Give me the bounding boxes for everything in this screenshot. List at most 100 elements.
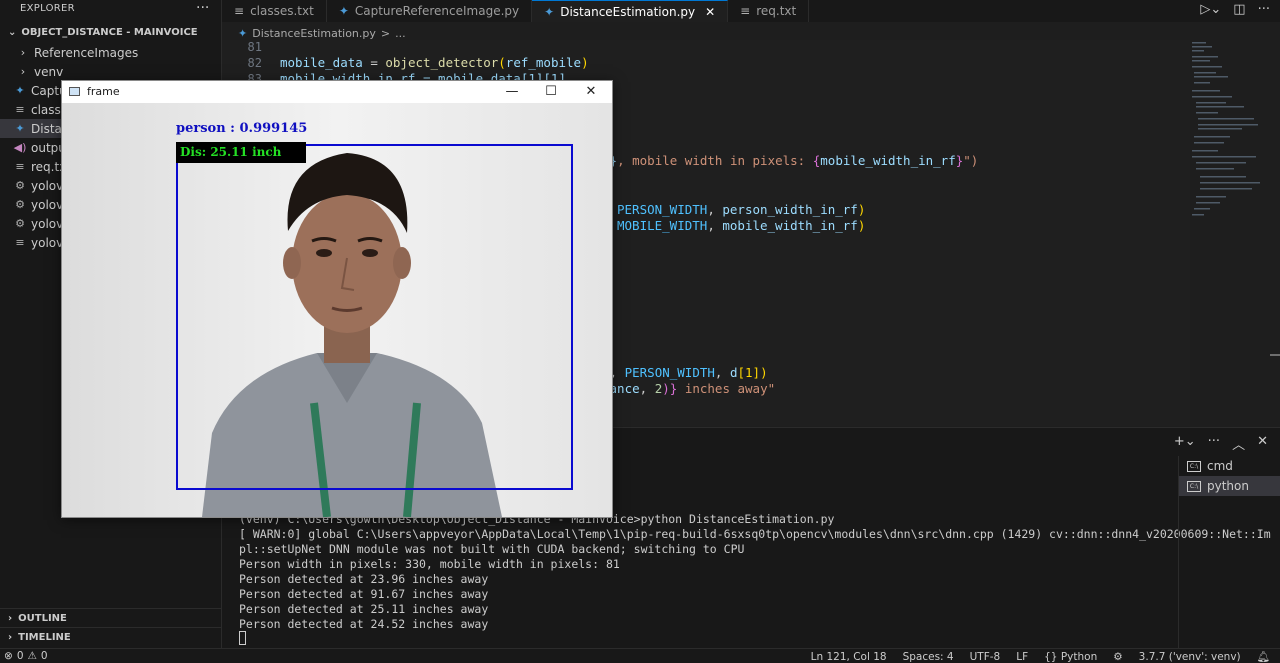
code-fragment: tance, 2)} inches away" [602,381,775,396]
terminal-line: Person detected at 24.52 inches away [239,617,489,631]
code-token: mobile_width_in_rf [722,218,858,233]
close-icon[interactable]: ✕ [1257,434,1268,453]
tree-item-label: ReferenceImages [34,45,139,60]
audio-file-icon: ◀) [13,141,27,154]
code-token: object_detector [385,55,499,70]
python-icon: ✦ [544,4,555,19]
code-token: d [729,365,738,380]
outline-label: OUTLINE [18,612,67,624]
terminal-line: Person detected at 91.67 inches away [239,587,489,601]
code-token: mobile_width_in_rf [820,153,956,168]
tree-item-label: venv [34,64,64,79]
text-file-icon: ≡ [15,160,25,173]
panel-actions: +⌄ ··· ︿ ✕ [1174,434,1268,453]
terminal-item-label: python [1207,479,1249,493]
explorer-title: EXPLORER [20,3,75,14]
tab-capture-reference[interactable]: ✦ CaptureReferenceImage.py [327,0,533,22]
code-token: MOBILE_WIDTH [617,218,708,233]
breadcrumb-symbol[interactable]: ... [395,27,406,40]
code-token: PERSON_WIDTH [617,202,708,217]
maximize-button[interactable]: ☐ [536,83,566,101]
python-icon: ✦ [15,84,25,97]
encoding[interactable]: UTF-8 [970,651,1001,663]
python-env-icon[interactable]: ⚙ [1113,651,1122,663]
end-of-line[interactable]: LF [1016,651,1028,663]
terminal-item-cmd[interactable]: C:\ cmd [1179,456,1280,476]
error-count: 0 [16,650,24,662]
run-icon[interactable]: ▷⌄ [1200,2,1221,17]
code-fragment: MOBILE_WIDTH, mobile_width_in_rf) [617,218,865,233]
root-folder[interactable]: ⌄ OBJECT_DISTANCE - MAINVOICE [8,27,198,38]
python-icon: ✦ [338,4,349,18]
code-token: )} [662,381,678,396]
distance-label: Dis: 25.11 inch [176,142,306,163]
text-file-icon: ≡ [740,4,751,18]
outline-section[interactable]: › OUTLINE [0,608,221,627]
terminal-item-python[interactable]: C:\ python [1179,476,1280,496]
code-token: ) [857,202,866,217]
gear-icon: ⚙ [15,217,25,230]
status-right: Ln 121, Col 18 Spaces: 4 UTF-8 LF {} Pyt… [811,650,1270,663]
editor-scrollbar[interactable] [1270,40,1280,426]
tab-req[interactable]: ≡ req.txt [728,0,810,22]
code-token: , [707,218,723,233]
code-token: ") [963,153,979,168]
minimize-button[interactable]: — [497,83,527,101]
line-number: 81 [247,40,262,54]
warning-count: 0 [40,650,48,662]
root-folder-label: OBJECT_DISTANCE - MAINVOICE [21,27,198,38]
tree-item-label: yolov [31,235,64,250]
bell-icon[interactable]: 🔔︎ [1257,650,1270,663]
detection-label: person : 0.999145 [176,121,308,136]
code-fragment: f}, mobile width in pixels: {mobile_widt… [602,153,978,168]
code-token: mobile_data [280,55,363,70]
tab-label: DistanceEstimation.py [560,4,696,19]
code-token: ( [498,55,506,70]
code-token: inches away" [677,381,776,396]
indentation[interactable]: Spaces: 4 [903,651,954,663]
interpreter[interactable]: 3.7.7 ('venv': venv) [1139,651,1241,663]
code-token: ) [581,55,589,70]
chevron-right-icon: › [20,46,26,59]
close-icon[interactable]: ✕ [705,5,715,19]
frame-window[interactable]: frame — ☐ ✕ person: 0.999145 Dis: 25.11… [61,80,613,518]
chevron-down-icon: ⌄ [8,27,17,38]
terminal-line: [ WARN:0] global C:\Users\appveyor\AppDa… [239,527,1271,541]
timeline-label: TIMELINE [18,631,71,643]
text-file-icon: ≡ [15,236,25,249]
add-terminal-icon[interactable]: +⌄ [1174,434,1196,453]
python-icon: ✦ [15,122,25,135]
tab-distance-estimation[interactable]: ✦ DistanceEstimation.py ✕ [532,0,729,22]
breadcrumb-file[interactable]: DistanceEstimation.py [252,27,376,40]
terminal-line: pl::setUpNet DNN module was not built wi… [239,542,745,556]
chevron-right-icon: › [8,631,13,643]
language-mode[interactable]: {} Python [1044,651,1097,663]
close-button[interactable]: ✕ [576,83,606,101]
split-editor-icon[interactable]: ◫ [1233,2,1245,17]
minimap[interactable] [1190,40,1270,230]
frame-titlebar[interactable]: frame — ☐ ✕ [62,81,612,103]
python-icon: ✦ [238,27,248,40]
more-actions-icon[interactable]: ··· [1258,2,1270,17]
window-app-icon [69,87,80,96]
code-token: ) [857,218,866,233]
more-actions-icon[interactable]: ··· [1208,434,1220,453]
more-actions-icon[interactable]: ··· [196,0,209,16]
tree-item-referenceimages[interactable]: › ReferenceImages [0,43,221,62]
tree-item-venv[interactable]: › venv [0,62,221,81]
tab-label: CaptureReferenceImage.py [354,4,520,18]
code-fragment: PERSON_WIDTH, person_width_in_rf) [617,202,865,217]
text-file-icon: ≡ [234,4,245,18]
maximize-panel-icon[interactable]: ︿ [1232,434,1245,453]
tab-classes[interactable]: ≡ classes.txt [222,0,327,22]
code-token: , mobile width in pixels: [617,153,813,168]
status-bar: ⊗ 0 ⚠ 0 Ln 121, Col 18 Spaces: 4 UTF-8 L… [0,648,1280,663]
error-icon: ⊗ [4,650,13,662]
code-token: = [362,55,386,70]
code-fragment: n, PERSON_WIDTH, d[1]) [602,365,768,380]
timeline-section[interactable]: › TIMELINE [0,627,221,646]
cursor-position[interactable]: Ln 121, Col 18 [811,651,887,663]
code-token: [1]) [737,365,768,380]
breadcrumb[interactable]: ✦ DistanceEstimation.py > ... [238,27,406,40]
problems-indicator[interactable]: ⊗ 0 ⚠ 0 [4,650,48,662]
